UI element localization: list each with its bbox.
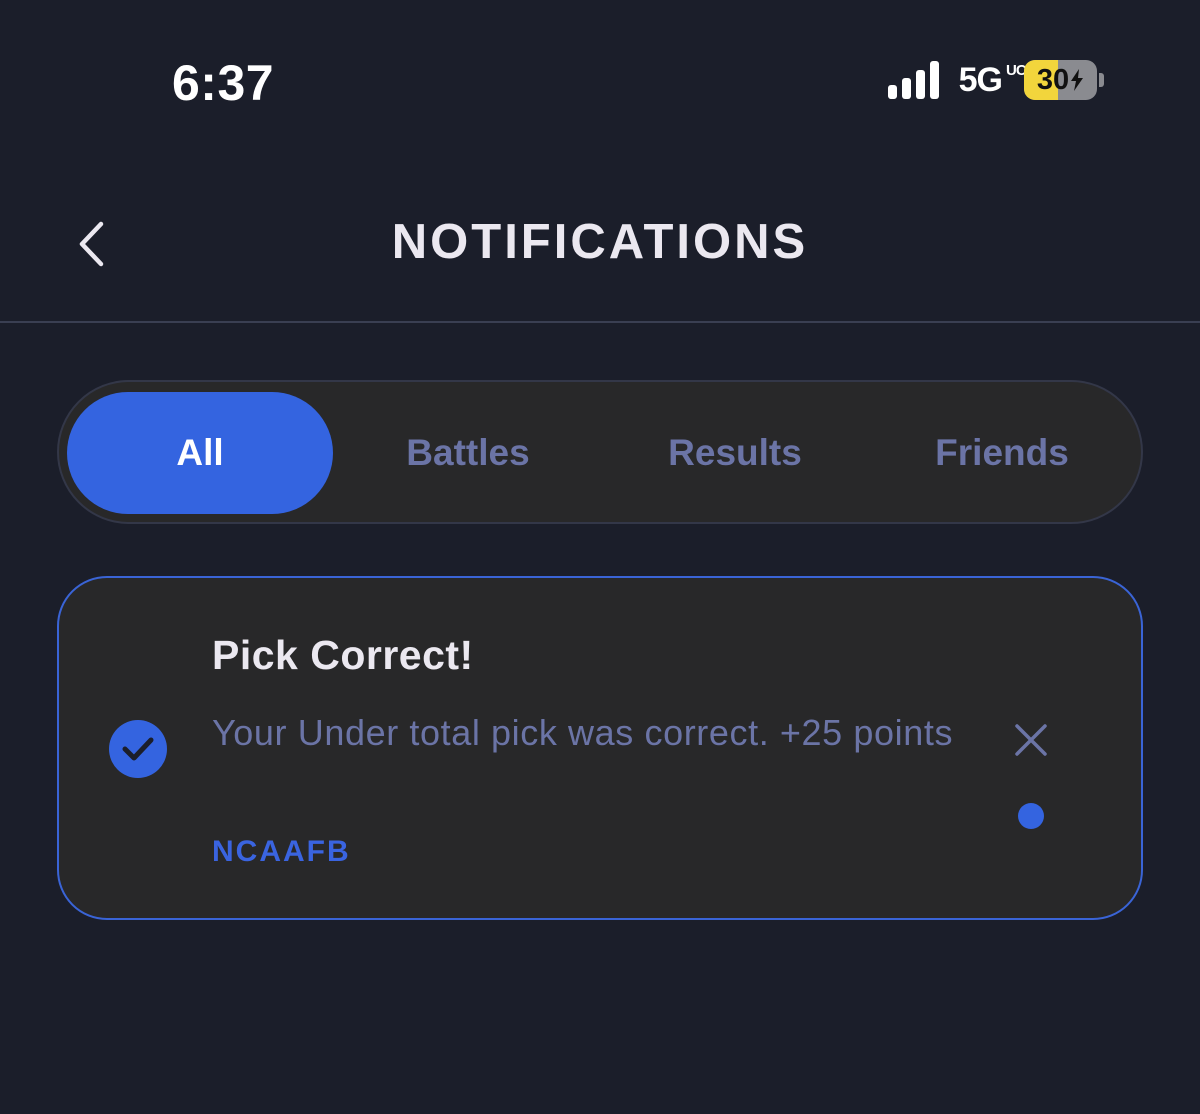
unread-indicator — [1018, 803, 1044, 829]
notification-title: Pick Correct! — [212, 632, 474, 678]
notification-body: Your Under total pick was correct. +25 p… — [212, 712, 954, 753]
dismiss-button[interactable] — [1009, 718, 1053, 762]
notifications-screen: 6:37 5G UC 30 NOTIFICATIONS All Battles … — [0, 0, 1200, 1114]
network-indicator: 5G UC — [958, 60, 1027, 100]
filter-tabs: All Battles Results Friends — [57, 380, 1143, 524]
tab-battles[interactable]: Battles — [335, 392, 601, 514]
notification-tag: NCAAFB — [212, 835, 351, 868]
charging-bolt-icon — [1071, 69, 1084, 91]
page-title: NOTIFICATIONS — [391, 215, 809, 269]
tab-friends[interactable]: Friends — [869, 392, 1135, 514]
battery-nub — [1099, 73, 1104, 87]
check-circle-icon — [109, 720, 167, 778]
status-indicators: 5G UC 30 — [887, 60, 1104, 100]
battery-icon: 30 — [1024, 60, 1104, 100]
header-divider — [0, 321, 1200, 323]
battery-percent: 30 — [1036, 63, 1070, 96]
network-label: 5G — [958, 60, 1003, 99]
network-suffix: UC — [1006, 61, 1027, 79]
battery-level: 30 — [1024, 60, 1097, 100]
tab-all[interactable]: All — [67, 392, 333, 514]
signal-icon — [887, 61, 939, 99]
notification-card[interactable]: Pick Correct! Your Under total pick was … — [57, 576, 1143, 920]
status-time: 6:37 — [172, 55, 275, 111]
tab-results[interactable]: Results — [602, 392, 868, 514]
close-icon — [1015, 724, 1047, 756]
